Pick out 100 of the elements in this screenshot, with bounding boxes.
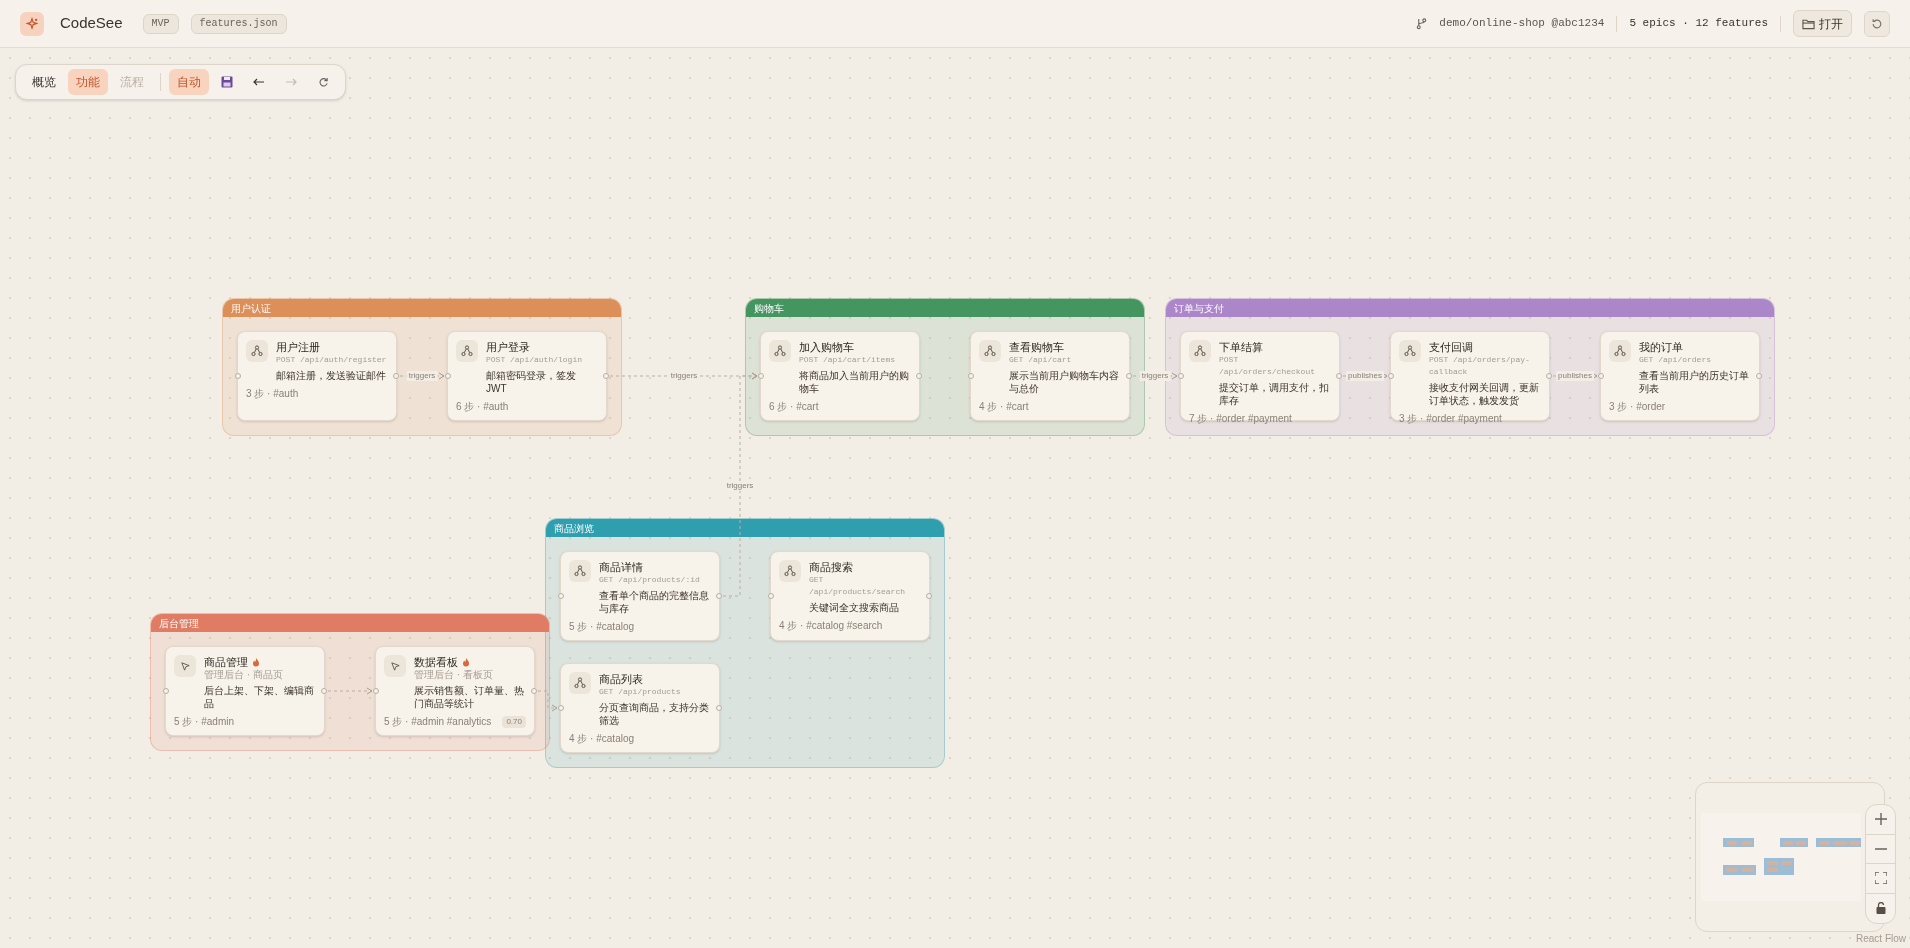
feature-description: 提交订单，调用支付，扣库存	[1219, 381, 1330, 407]
feature-meta: 5 步 · #catalog	[569, 621, 635, 633]
network-icon	[1399, 340, 1421, 362]
feature-description: 关键词全文搜索商品	[809, 601, 900, 614]
network-icon	[246, 340, 268, 362]
branch-icon	[1416, 17, 1428, 30]
feature-card[interactable]: 商品搜索 GET /api/products/search 关键词全文搜索商品 4 步 · #catalog #search	[770, 551, 930, 641]
feature-title: 支付回调	[1429, 340, 1473, 354]
score-badge: 0.70	[502, 716, 526, 728]
feature-card[interactable]: 用户注册 POST /api/auth/register 邮箱注册，发送验证邮件 3 步 · #auth	[237, 331, 397, 421]
feature-meta: 3 步 · #auth	[246, 388, 299, 400]
feature-description: 分页查询商品，支持分类筛选	[599, 701, 710, 727]
feature-description: 将商品加入当前用户的购物车	[799, 369, 910, 395]
feature-card[interactable]: 用户登录 POST /api/auth/login 邮箱密码登录，签发 JWT 6 步 · #auth	[447, 331, 607, 421]
endpoint-label: POST /api/orders/checkout	[1219, 354, 1316, 378]
connection-handle[interactable]	[1756, 373, 1762, 379]
connection-handle[interactable]	[926, 593, 932, 599]
connection-handle[interactable]	[603, 373, 609, 379]
endpoint-label: GET /api/products/search	[809, 574, 906, 598]
feature-description: 查看单个商品的完整信息与库存	[599, 589, 710, 615]
endpoint-label: GET /api/products	[599, 686, 682, 698]
endpoint-label: GET /api/cart	[1009, 354, 1073, 366]
feature-description: 查看当前用户的历史订单列表	[1639, 369, 1750, 395]
feature-meta: 4 步 · #catalog #search	[779, 620, 883, 632]
feature-title: 商品列表	[599, 672, 643, 686]
feature-card[interactable]: 商品列表 GET /api/products 分页查询商品，支持分类筛选 4 步 · #catalog	[560, 663, 720, 753]
connection-handle[interactable]	[393, 373, 399, 379]
feature-meta: 6 步 · #auth	[456, 401, 509, 413]
endpoint-label: POST /api/orders/pay-callback	[1429, 354, 1531, 378]
connection-handle[interactable]	[768, 593, 774, 599]
feature-card[interactable]: 商品管理 管理后台 · 商品页 后台上架、下架、编辑商品 5 步 · #admin	[165, 646, 325, 736]
route-label: 管理后台 · 商品页	[204, 669, 284, 681]
epic-title: 购物车	[746, 299, 1144, 317]
edge-label: publishes	[1556, 371, 1594, 381]
connection-handle[interactable]	[1178, 373, 1184, 379]
connection-handle[interactable]	[1598, 373, 1604, 379]
epic-title: 后台管理	[151, 614, 549, 632]
feature-title: 用户登录	[486, 340, 530, 354]
version-badge: MVP	[142, 13, 179, 34]
feature-card[interactable]: 商品详情 GET /api/products/:id 查看单个商品的完整信息与库存 5 步 · #catalog	[560, 551, 720, 641]
feature-title: 下单结算	[1219, 340, 1263, 354]
edge-connector	[537, 690, 558, 712]
connection-handle[interactable]	[558, 593, 564, 599]
view-tab[interactable]: 概览	[24, 69, 64, 95]
feature-meta: 4 步 · #catalog	[569, 733, 635, 745]
connection-handle[interactable]	[163, 688, 169, 694]
feature-meta: 4 步 · #cart	[979, 401, 1029, 413]
feature-description: 后台上架、下架、编辑商品	[204, 684, 315, 710]
connection-handle[interactable]	[558, 705, 564, 711]
feature-description: 接收支付网关回调，更新订单状态，触发发货	[1429, 381, 1540, 407]
feature-title: 商品搜索	[809, 560, 853, 574]
minimap-drawing[interactable]	[1701, 813, 1861, 901]
refresh-button[interactable]	[1864, 10, 1890, 37]
lock-icon	[1875, 902, 1886, 915]
app-name: CodeSee	[60, 13, 123, 34]
connection-handle[interactable]	[373, 688, 379, 694]
connection-handle[interactable]	[1336, 373, 1342, 379]
feature-meta: 3 步 · #order	[1609, 401, 1666, 413]
reset-icon	[317, 76, 329, 88]
epic-title: 用户认证	[223, 299, 621, 317]
feature-title: 商品详情	[599, 560, 643, 574]
feature-card[interactable]: 我的订单 GET /api/orders 查看当前用户的历史订单列表 3 步 · #order	[1600, 331, 1760, 421]
logo-icon	[20, 11, 44, 36]
left-arrow-icon	[253, 78, 265, 86]
connection-handle[interactable]	[1546, 373, 1552, 379]
connection-handle[interactable]	[1388, 373, 1394, 379]
endpoint-label: GET /api/products/:id	[599, 574, 701, 586]
connection-handle[interactable]	[916, 373, 922, 379]
connection-handle[interactable]	[968, 373, 974, 379]
feature-title: 数据看板	[414, 655, 458, 669]
feature-card[interactable]: 加入购物车 POST /api/cart/items 将商品加入当前用户的购物车 6 步 · #cart	[760, 331, 920, 421]
edge-label: triggers	[1139, 371, 1171, 381]
connection-handle[interactable]	[235, 373, 241, 379]
endpoint-label: POST /api/auth/login	[486, 354, 583, 366]
open-button[interactable]: 打开	[1793, 10, 1852, 37]
feature-card[interactable]: 查看购物车 GET /api/cart 展示当前用户购物车内容与总价 4 步 · #cart	[970, 331, 1130, 421]
feature-title: 商品管理	[204, 655, 248, 669]
connection-handle[interactable]	[716, 705, 722, 711]
connection-handle[interactable]	[758, 373, 764, 379]
feature-description: 邮箱密码登录，签发 JWT	[486, 369, 577, 395]
connection-handle[interactable]	[531, 688, 537, 694]
connection-handle[interactable]	[1126, 373, 1132, 379]
feature-meta: 5 步 · #admin #analytics	[384, 716, 492, 728]
connection-handle[interactable]	[321, 688, 327, 694]
feature-title: 查看购物车	[1009, 340, 1064, 354]
feature-title: 我的订单	[1639, 340, 1683, 354]
feature-meta: 6 步 · #cart	[769, 401, 819, 413]
connection-handle[interactable]	[445, 373, 451, 379]
edge-label: triggers	[724, 481, 756, 491]
feature-description: 展示当前用户购物车内容与总价	[1009, 369, 1120, 395]
plus-icon	[1874, 813, 1887, 826]
network-icon	[979, 340, 1001, 362]
feature-meta: 5 步 · #admin	[174, 716, 235, 728]
connection-handle[interactable]	[716, 593, 722, 599]
stats-label: 5 epics · 12 features	[1629, 16, 1768, 32]
feature-card[interactable]: 数据看板 管理后台 · 看板页 展示销售额、订单量、热门商品等统计 5 步 · #admin #analytics 0.70	[375, 646, 535, 736]
epic-title: 商品浏览	[546, 519, 944, 537]
edge-connector	[327, 687, 373, 695]
cursor-icon	[174, 655, 196, 677]
network-icon	[1189, 340, 1211, 362]
